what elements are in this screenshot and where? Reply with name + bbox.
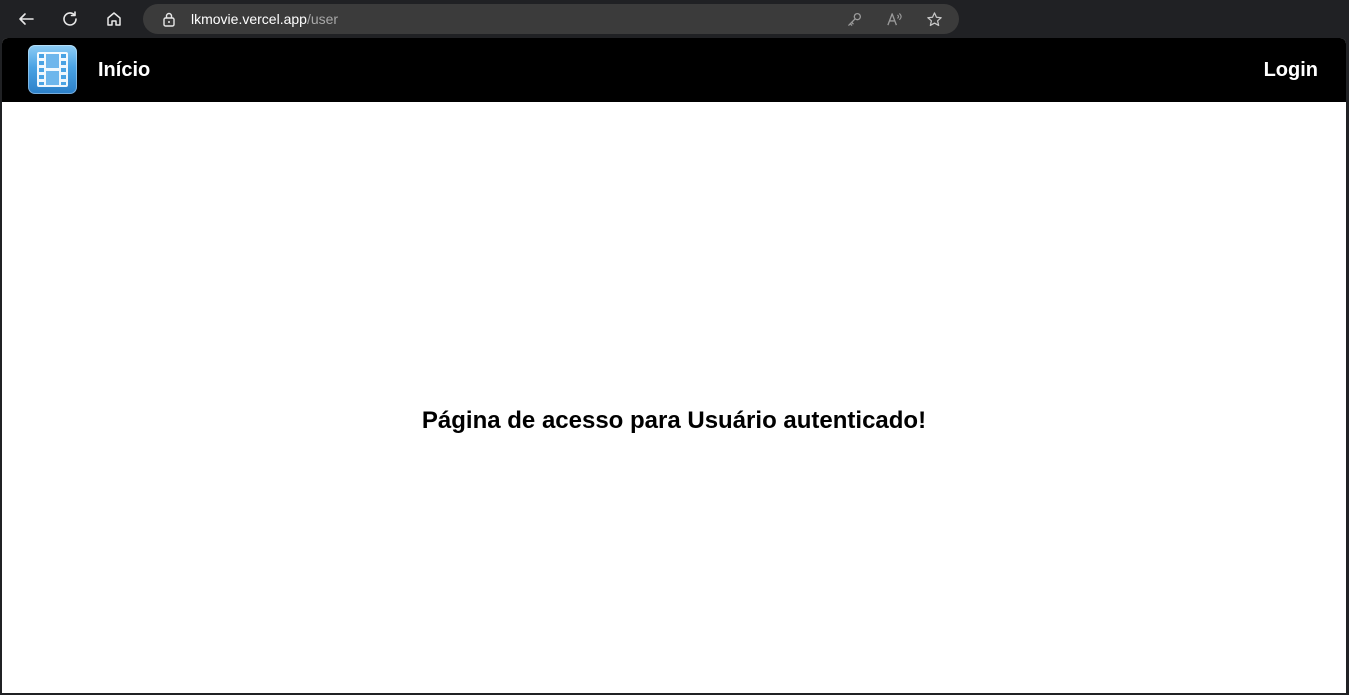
navbar: Início Login [2, 38, 1346, 102]
read-aloud-icon [886, 12, 902, 25]
home-button[interactable] [100, 5, 128, 33]
url-host: lkmovie.vercel.app [191, 11, 307, 27]
url-path: /user [306, 11, 339, 27]
browser-toolbar: lkmovie.vercel.app/user [0, 0, 1349, 38]
favorite-star-icon [926, 11, 942, 26]
back-button[interactable] [12, 5, 40, 33]
back-icon [19, 13, 34, 25]
address-bar[interactable]: lkmovie.vercel.app/user [143, 4, 959, 34]
key-icon [847, 12, 861, 26]
read-aloud-button[interactable] [885, 10, 903, 28]
app-logo[interactable] [28, 45, 77, 94]
lock-icon [163, 12, 175, 27]
favorite-button[interactable] [925, 10, 943, 28]
refresh-icon [63, 11, 77, 26]
url-text: lkmovie.vercel.app/user [191, 4, 338, 34]
film-strip-icon [37, 52, 68, 87]
home-icon [107, 12, 121, 26]
page-viewport: Início Login Página de acesso para Usuár… [2, 38, 1346, 693]
nav-home-link[interactable]: Início [98, 38, 150, 102]
nav-login-link[interactable]: Login [1264, 38, 1318, 102]
password-key-button[interactable] [845, 10, 863, 28]
page-title: Página de acesso para Usuário autenticad… [421, 407, 927, 434]
refresh-button[interactable] [56, 5, 84, 33]
